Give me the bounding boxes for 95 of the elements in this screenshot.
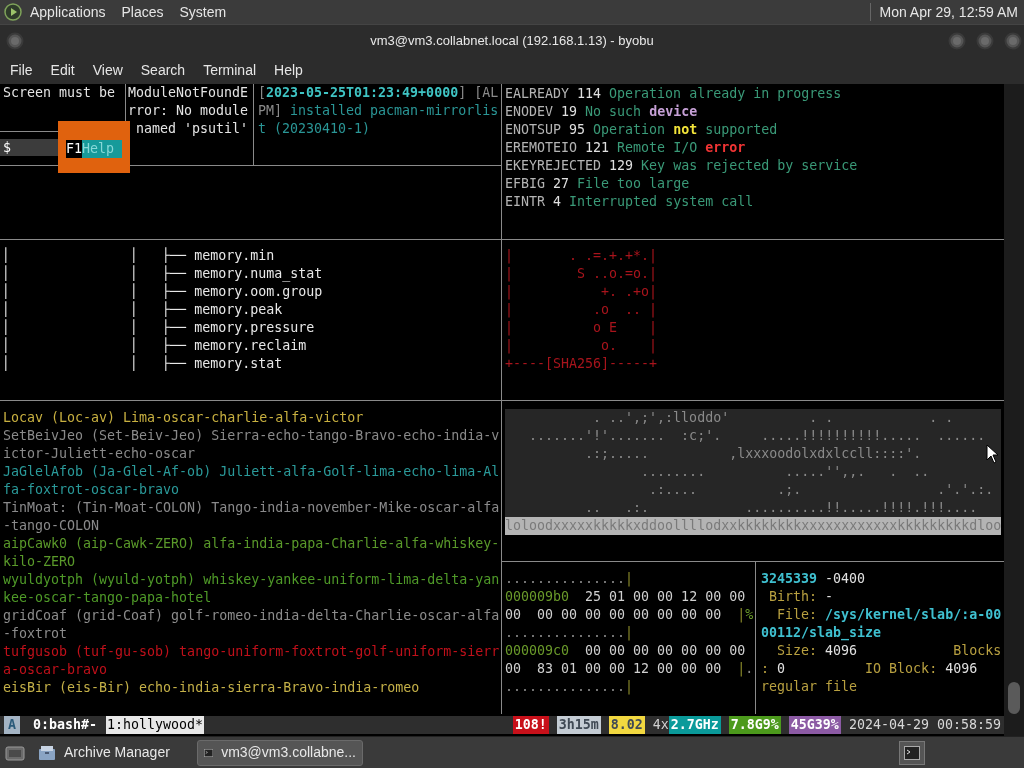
randomart-line: | o E | [505, 319, 658, 337]
terminal-line: Screen must be [3, 84, 116, 102]
tree-line: │ │ ├── memory.stat [2, 355, 283, 373]
scrollbar-thumb[interactable] [1008, 682, 1020, 714]
stat-line: : 0 IO Block: 4096 [761, 660, 978, 678]
status-indicator: 2.7GHz [668, 716, 721, 734]
terminal-icon [904, 745, 920, 760]
panel-clock[interactable]: Mon Apr 29, 12:59 AM [879, 1, 1018, 23]
ascii-art-line: .:.... .;. .'.'.:. [648, 481, 994, 499]
word-list-entry: aipCawk0 (aip-Cawk-ZERO) alfa-india-papa-Charlie-alfa-whiskey-kilo-ZERO [3, 535, 500, 571]
panel-menu[interactable]: System [179, 1, 227, 23]
tree-line: │ │ ├── memory.peak [2, 301, 283, 319]
terminal-line: ModuleNotFoundE [128, 84, 249, 102]
desktop-icon [5, 744, 25, 761]
tray-button[interactable] [899, 740, 925, 765]
menu-item[interactable]: Edit [50, 59, 75, 81]
stat-line: Birth: - [768, 588, 834, 606]
stat-line: regular file [761, 678, 858, 696]
stat-line: File: /sys/kernel/slab/:a-00 [776, 606, 1002, 624]
tree-line: │ │ ├── memory.numa_stat [2, 265, 323, 283]
ascii-art-line: .. .:. ..........!!.....!!!!.!!!.... [584, 499, 978, 517]
hexdump-line: ...............| [505, 678, 634, 696]
word-list-entry: SetBeivJeo (Set-Beiv-Jeo) Sierra-echo-tango-Bravo-echo-india-victor-Juliett-echo-oscar [3, 427, 500, 463]
terminal-line: ENODEV 19 No such device [505, 103, 698, 121]
hexdump-line: ...............| [505, 624, 634, 642]
mouse-cursor-icon [986, 444, 1000, 464]
terminal-line: named 'psutil' [135, 120, 249, 138]
terminal-line: PM] installed pacman-mirrorlis [258, 102, 499, 120]
hexdump-line: ...............| [505, 570, 634, 588]
hexdump-line: 000009b0 25 01 00 00 12 00 00 [505, 588, 746, 606]
terminal-line: ENOTSUP 95 Operation not supported [505, 121, 778, 139]
terminal-line: EALREADY 114 Operation already in progress [505, 85, 842, 103]
word-list-entry: TinMoat: (Tin-Moat-COLON) Tango-india-november-Mike-oscar-alfa-tango-COLON [3, 499, 500, 535]
hexdump-line: 00 00 00 00 00 00 00 00 00 |% [505, 606, 754, 624]
status-indicator: 8.02 [608, 716, 645, 734]
menu-item[interactable]: Help [274, 59, 303, 81]
randomart-line: | S ..o.=o.| [505, 265, 658, 283]
randomart-line: | +. .+o| [505, 283, 658, 301]
window-title: vm3@vm3.collabnet.local (192.168.1.13) - byobu [370, 31, 654, 50]
ascii-art-line: .:;..... ,lxxxoodolxdxlccll::::'. [584, 445, 922, 463]
tree-line: │ │ ├── memory.pressure [2, 319, 315, 337]
archive-icon [38, 744, 56, 761]
help-label: Help [82, 140, 123, 158]
ascii-art-line: ........ .....'',,. . .. [640, 463, 930, 481]
terminal-line: EFBIG 27 File too large [505, 175, 690, 193]
word-list-entry: gridCoaf (grid-Coaf) golf-romeo-india-delta-Charlie-oscar-alfa-foxtrot [3, 607, 500, 643]
window-tab[interactable]: 0:bash#- [32, 716, 99, 734]
ascii-art-line: .......'!'....... :c;'. .....!!!!!!!!!!..... ...... [528, 427, 986, 445]
randomart-line: | o. | [505, 337, 658, 355]
stat-line: Size: 4096 Blocks [776, 642, 1002, 660]
hexdump-line: 00 83 01 00 00 12 00 00 00 |. [505, 660, 754, 678]
prompt-field[interactable]: $ [0, 139, 58, 156]
ascii-art-line: . ..',;',:lloddo' . . . . [592, 409, 954, 427]
word-list-entry: wyuldyotph (wyuld-yotph) whiskey-yankee-uniform-lima-delta-yankee-oscar-tango-papa-hotel [3, 571, 500, 607]
terminal-line: t (20230410-1) [258, 120, 371, 138]
randomart-line: | . .=.+.+*.| [505, 247, 658, 265]
tree-line: │ │ ├── memory.min [2, 247, 275, 265]
menu-item[interactable]: Search [140, 59, 186, 81]
key-label: F1 [66, 140, 82, 158]
status-indicator: 45G39% [788, 716, 841, 734]
stat-line: 3245339 -0400 [761, 570, 866, 588]
status-indicator: 108! [512, 716, 549, 734]
tree-line: │ │ ├── memory.reclaim [2, 337, 307, 355]
menu-item[interactable]: File [10, 59, 33, 81]
randomart-line: | .o .. | [505, 301, 658, 319]
randomart-line: +----[SHA256]-----+ [505, 355, 658, 373]
terminal-line: EINTR 4 Interrupted system call [505, 193, 754, 211]
status-indicator: 3h15m [556, 716, 601, 734]
terminal-line: [2023-05-25T01:23:49+0000] [AL [258, 84, 499, 102]
session-badge: A [4, 716, 20, 734]
scrollbar[interactable] [1004, 84, 1024, 736]
panel-menu[interactable]: Places [121, 1, 164, 23]
tree-line: │ │ ├── memory.oom.group [2, 283, 323, 301]
terminal-line: EREMOTEIO 121 Remote I/O error [505, 139, 746, 157]
menu-item[interactable]: View [92, 59, 123, 81]
word-list-entry: tufgusob (tuf-gu-sob) tango-uniform-foxtrot-golf-uniform-sierra-oscar-bravo [3, 643, 500, 679]
terminal-line: rror: No module [128, 102, 249, 120]
minimize-icon [948, 32, 966, 50]
word-list-entry: eisBir (eis-Bir) echo-india-sierra-Bravo-india-romeo [3, 679, 421, 697]
maximize-icon [976, 32, 994, 50]
window-menu-icon [6, 32, 24, 50]
word-list-entry: JaGlelAfob (Ja-Glel-Af-ob) Juliett-alfa-Golf-lima-echo-lima-Alfa-foxtrot-oscar-bravo [3, 463, 500, 499]
word-list-entry: Locav (Loc-av) Lima-oscar-charlie-alfa-victor [3, 409, 365, 427]
status-clock: 2024-04-29 00:58:59 [848, 716, 1001, 734]
menu-logo-icon [4, 3, 22, 21]
taskbar-button[interactable]: vm3@vm3.collabne... [197, 739, 363, 766]
stat-line: 00112/slab_size [761, 624, 882, 642]
status-indicator: 7.8G9% [728, 716, 781, 734]
terminal-line: EKEYREJECTED 129 Key was rejected by service [505, 157, 858, 175]
status-indicator: 4x [652, 716, 669, 734]
window-tab[interactable]: 1:hollywood* [106, 716, 205, 734]
hexdump-line: 000009c0 00 00 00 00 00 00 00 [505, 642, 746, 660]
taskbar-button[interactable]: Archive Manager [31, 739, 193, 766]
panel-menu[interactable]: Applications [30, 1, 106, 23]
menu-item[interactable]: Terminal [203, 59, 257, 81]
